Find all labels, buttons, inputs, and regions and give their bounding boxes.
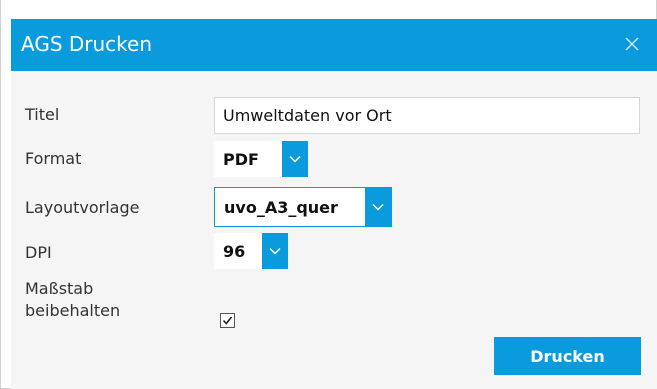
chevron-down-icon[interactable] xyxy=(262,233,288,269)
layout-select[interactable]: uvo_A3_quer xyxy=(214,187,392,227)
chevron-down-icon[interactable] xyxy=(282,141,308,177)
format-label: Format xyxy=(25,149,82,168)
dpi-label: DPI xyxy=(25,243,52,262)
chevron-down-icon[interactable] xyxy=(365,188,391,226)
scale-label-line1: Maßstab xyxy=(25,279,94,298)
layout-select-value: uvo_A3_quer xyxy=(224,197,338,217)
title-input[interactable] xyxy=(214,97,640,134)
keep-scale-checkbox[interactable] xyxy=(220,313,235,328)
scale-label-line2: beibehalten xyxy=(25,301,121,320)
dialog-titlebar: AGS Drucken xyxy=(11,19,657,71)
dialog-body: Titel Format PDF Layoutvorlage uvo_A3_qu… xyxy=(11,71,657,389)
print-button[interactable]: Drucken xyxy=(494,337,641,375)
title-label: Titel xyxy=(25,105,60,124)
dialog-title: AGS Drucken xyxy=(21,32,153,56)
layout-label: Layoutvorlage xyxy=(25,198,140,217)
checkmark-icon xyxy=(222,316,233,325)
dpi-select-value: 96 xyxy=(223,241,246,261)
print-dialog: AGS Drucken Titel Format PDF Layoutvorla… xyxy=(0,0,657,389)
format-select[interactable]: PDF xyxy=(214,141,308,177)
format-select-value: PDF xyxy=(223,149,259,169)
close-icon[interactable] xyxy=(621,33,643,55)
dpi-select[interactable]: 96 xyxy=(214,233,288,269)
